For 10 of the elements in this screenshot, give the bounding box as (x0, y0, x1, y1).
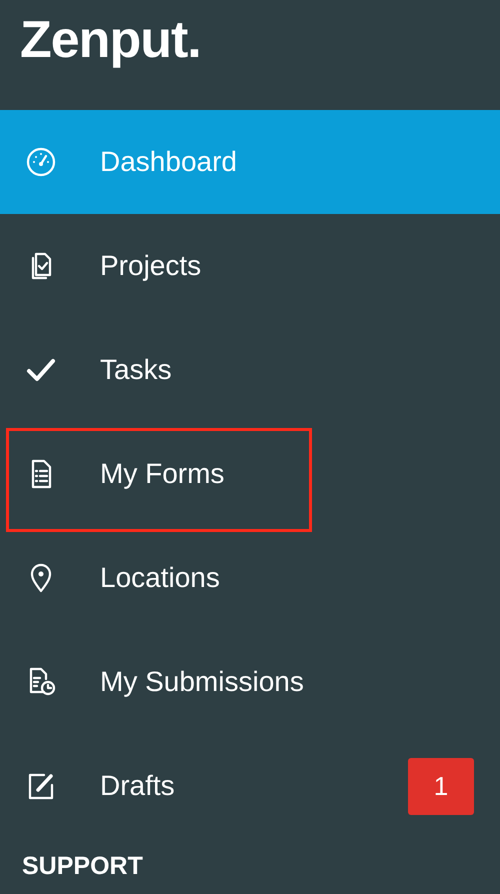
count-badge: 1 (408, 758, 474, 814)
section-heading: SUPPORT (21, 851, 144, 882)
gauge-icon (24, 145, 58, 179)
nav-item[interactable]: Projects (0, 214, 500, 318)
nav-item[interactable]: Locations (0, 526, 500, 630)
nav-item[interactable]: My Submissions (0, 630, 500, 734)
nav-item[interactable]: My Forms (0, 422, 500, 526)
nav-item[interactable]: Drafts 1 (0, 734, 500, 838)
nav-item[interactable]: Tasks (0, 318, 500, 422)
logo: Zenput. (20, 14, 201, 66)
